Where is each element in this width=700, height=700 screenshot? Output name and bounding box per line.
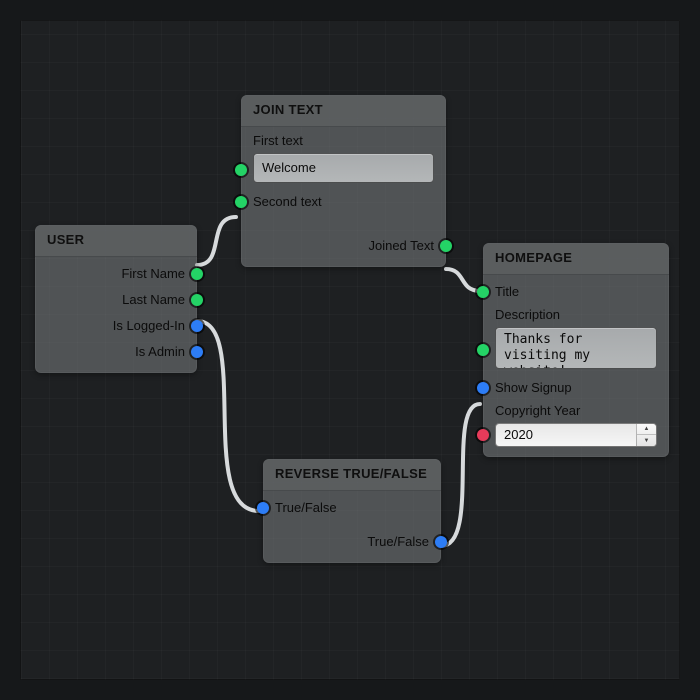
input-title[interactable]: Title xyxy=(495,279,657,305)
port-label: True/False xyxy=(275,498,337,517)
output-last-name[interactable]: Last Name xyxy=(47,287,185,313)
port-in-bool[interactable] xyxy=(477,382,489,394)
description-input[interactable]: Thanks for visiting my website! xyxy=(495,327,657,369)
port-out-bool[interactable] xyxy=(191,346,203,358)
stepper-up-icon[interactable]: ▲ xyxy=(637,424,656,436)
port-label: Show Signup xyxy=(495,378,572,397)
node-homepage[interactable]: HOMEPAGE Title Description Thanks for vi… xyxy=(483,243,669,457)
port-label: Is Admin xyxy=(135,342,185,361)
port-in-text[interactable] xyxy=(477,286,489,298)
port-in-bool[interactable] xyxy=(257,502,269,514)
copyright-value: 2020 xyxy=(496,424,636,446)
port-label: Joined Text xyxy=(368,236,434,255)
port-label: Second text xyxy=(253,192,322,211)
output-is-logged-in[interactable]: Is Logged-In xyxy=(47,313,185,339)
first-text-input[interactable] xyxy=(253,153,434,183)
node-title: HOMEPAGE xyxy=(483,243,669,275)
port-out-text[interactable] xyxy=(191,268,203,280)
output-truefalse[interactable]: True/False xyxy=(275,529,429,555)
port-out-text[interactable] xyxy=(440,240,452,252)
port-in-text[interactable] xyxy=(235,196,247,208)
port-label: First Name xyxy=(121,264,185,283)
node-user[interactable]: USER First Name Last Name Is Logged-In I… xyxy=(35,225,197,373)
port-out-bool[interactable] xyxy=(191,320,203,332)
port-label: True/False xyxy=(367,532,429,551)
port-in-number[interactable] xyxy=(477,429,489,441)
port-in-text[interactable] xyxy=(477,344,489,356)
input-show-signup[interactable]: Show Signup xyxy=(495,375,657,401)
copyright-label: Copyright Year xyxy=(495,403,657,418)
port-out-bool[interactable] xyxy=(435,536,447,548)
stepper-down-icon[interactable]: ▼ xyxy=(637,435,656,446)
port-label: Is Logged-In xyxy=(113,316,185,335)
output-is-admin[interactable]: Is Admin xyxy=(47,339,185,365)
description-label: Description xyxy=(495,307,657,322)
port-label: Title xyxy=(495,282,519,301)
node-title: REVERSE TRUE/FALSE xyxy=(263,459,441,491)
first-text-label: First text xyxy=(253,133,434,148)
port-out-text[interactable] xyxy=(191,294,203,306)
node-join-text[interactable]: JOIN TEXT First text Second text Joined … xyxy=(241,95,446,267)
input-second-text[interactable]: Second text xyxy=(253,189,434,215)
node-reverse-bool[interactable]: REVERSE TRUE/FALSE True/False True/False xyxy=(263,459,441,563)
port-label: Last Name xyxy=(122,290,185,309)
node-title: JOIN TEXT xyxy=(241,95,446,127)
port-in-text[interactable] xyxy=(235,164,247,176)
input-truefalse[interactable]: True/False xyxy=(275,495,429,521)
node-graph-canvas[interactable]: USER First Name Last Name Is Logged-In I… xyxy=(20,20,680,680)
output-first-name[interactable]: First Name xyxy=(47,261,185,287)
output-joined-text[interactable]: Joined Text xyxy=(253,233,434,259)
copyright-stepper[interactable]: 2020 ▲ ▼ xyxy=(495,423,657,447)
node-title: USER xyxy=(35,225,197,257)
